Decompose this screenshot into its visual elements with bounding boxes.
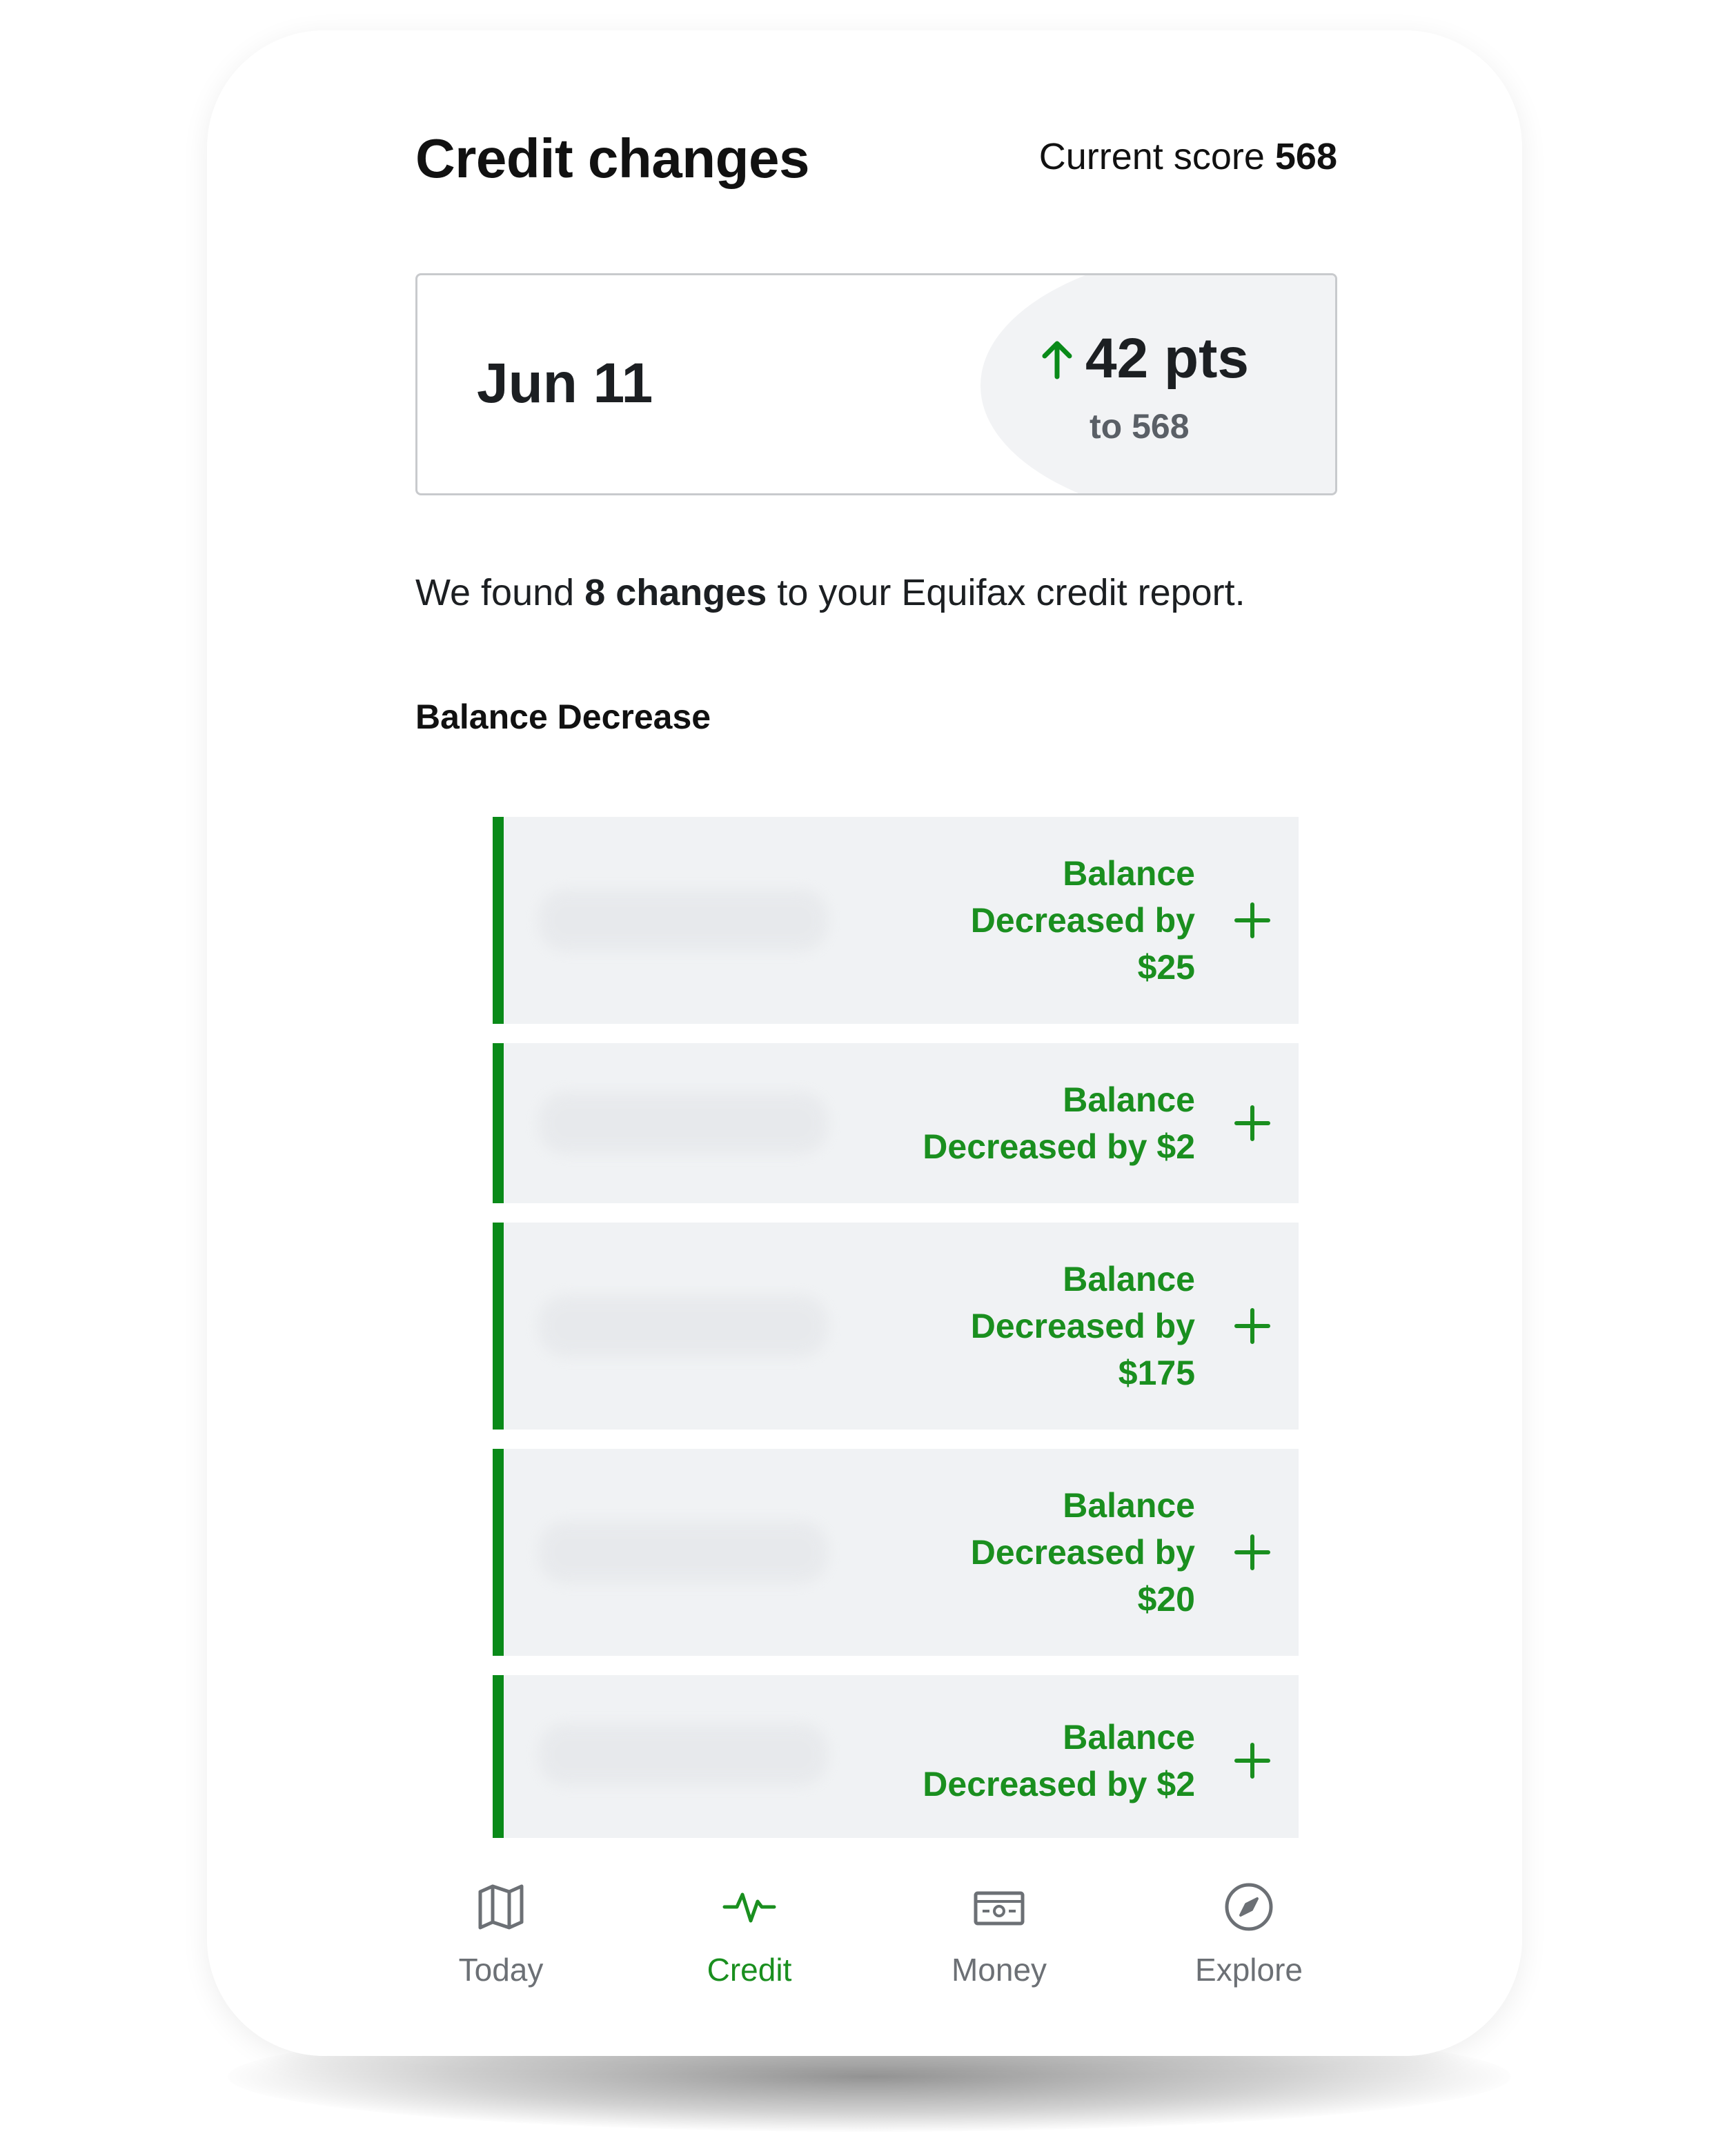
nav-item-today[interactable]: Today xyxy=(397,1879,604,1988)
plus-icon[interactable] xyxy=(1234,1742,1271,1779)
plus-icon[interactable] xyxy=(1234,1534,1271,1571)
map-icon xyxy=(478,1884,524,1930)
nav-item-credit[interactable]: Credit xyxy=(646,1879,853,1988)
blurred-account-name xyxy=(538,1092,828,1154)
change-row[interactable]: Balance Decreased by $25 xyxy=(493,817,1299,1024)
found-prefix: We found xyxy=(415,572,575,613)
score-delta: 42 pts xyxy=(1038,326,1249,391)
blurred-account-name xyxy=(538,1521,828,1583)
change-label: Balance Decreased by $2 xyxy=(923,1718,1195,1803)
nav-label-money: Money xyxy=(951,1952,1047,1988)
score-change-summary[interactable]: Jun 11 42 pts to 568 xyxy=(415,273,1337,495)
change-row[interactable]: Balance Decreased by $20 xyxy=(493,1449,1299,1656)
found-suffix: to your Equifax credit report. xyxy=(777,572,1245,613)
change-label: Balance Decreased by $20 xyxy=(970,1486,1195,1619)
plus-icon[interactable] xyxy=(1234,1105,1271,1142)
nav-item-explore[interactable]: Explore xyxy=(1145,1879,1352,1988)
screenshot-stage: Credit changes Current score 568 Jun 11 … xyxy=(0,0,1725,2156)
score-delta-subtext: to 568 xyxy=(1090,407,1190,446)
blurred-account-name xyxy=(538,1295,828,1357)
section-title: Balance Decrease xyxy=(415,698,711,736)
changes-found-text: We found 8 changes to your Equifax credi… xyxy=(415,571,1245,614)
change-label: Balance Decreased by $25 xyxy=(970,854,1195,987)
arrow-up-icon xyxy=(1042,341,1072,379)
plus-icon[interactable] xyxy=(1234,1307,1271,1345)
bottom-nav: Today Credit Money Explore xyxy=(207,1838,1522,2056)
summary-date: Jun 11 xyxy=(477,352,653,415)
nav-label-explore: Explore xyxy=(1195,1952,1303,1988)
change-label: Balance Decreased by $2 xyxy=(923,1080,1195,1166)
pulse-icon xyxy=(722,1892,776,1923)
change-label: Balance Decreased by $175 xyxy=(970,1260,1195,1392)
banknote-icon xyxy=(974,1891,1025,1926)
page-title: Credit changes xyxy=(415,128,809,189)
found-count: 8 changes xyxy=(584,572,767,613)
current-score-label: Current score xyxy=(1038,136,1265,177)
nav-label-today: Today xyxy=(458,1952,544,1988)
blurred-account-name xyxy=(538,1723,828,1786)
score-delta-value: 42 pts xyxy=(1085,327,1249,390)
current-score: Current score 568 xyxy=(1039,135,1337,178)
change-row[interactable]: Balance Decreased by $175 xyxy=(493,1223,1299,1430)
nav-label-credit: Credit xyxy=(707,1952,792,1988)
plus-icon[interactable] xyxy=(1234,902,1271,939)
blurred-account-name xyxy=(538,889,828,951)
phone-screen: Credit changes Current score 568 Jun 11 … xyxy=(207,30,1522,2056)
compass-icon xyxy=(1225,1883,1273,1931)
nav-item-money[interactable]: Money xyxy=(896,1879,1103,1988)
current-score-value: 568 xyxy=(1274,136,1337,177)
change-row[interactable]: Balance Decreased by $2 xyxy=(493,1043,1299,1203)
